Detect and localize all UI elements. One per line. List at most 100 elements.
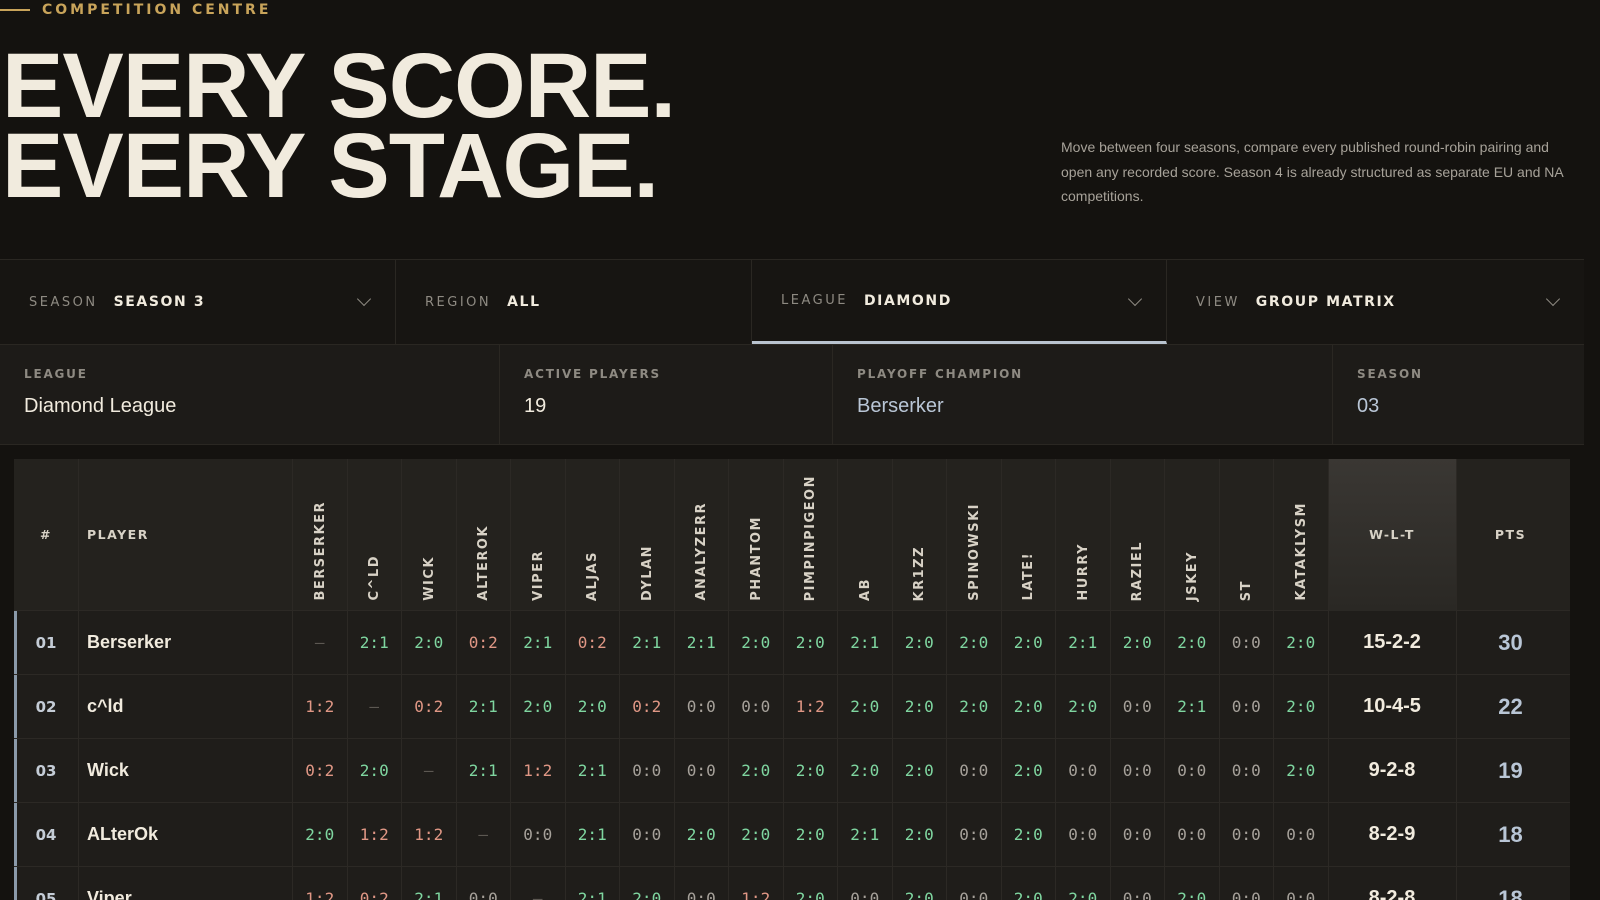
player-name[interactable]: ALterOk xyxy=(79,803,293,866)
match-score-cell[interactable]: 2:1 xyxy=(511,611,566,674)
match-score-cell[interactable]: 2:1 xyxy=(1165,675,1220,738)
opponent-column-header[interactable]: C^LD xyxy=(348,459,402,611)
match-score-cell[interactable]: 2:1 xyxy=(457,739,511,802)
opponent-column-header[interactable]: RAZIEL xyxy=(1111,459,1165,611)
match-score-cell[interactable]: 2:0 xyxy=(784,611,838,674)
match-score-cell[interactable]: 2:1 xyxy=(457,675,511,738)
match-score-cell[interactable]: 0:2 xyxy=(293,739,348,802)
match-score-cell[interactable]: 0:0 xyxy=(947,867,1002,900)
match-score-cell[interactable]: 0:0 xyxy=(1274,803,1329,866)
match-score-cell[interactable]: 1:2 xyxy=(511,739,566,802)
match-score-cell[interactable]: 0:0 xyxy=(947,739,1002,802)
table-row[interactable]: 04 ALterOk 2:0 1:2 1:2—0:0 2:1 0:0 2:0 2:0 2:0 2:1… xyxy=(14,803,1570,867)
match-score-cell[interactable]: 2:1 xyxy=(620,611,675,674)
opponent-column-header[interactable]: WICK xyxy=(402,459,457,611)
match-score-cell[interactable]: 2:1 xyxy=(838,803,893,866)
match-score-cell[interactable]: 0:2 xyxy=(402,675,457,738)
match-score-cell[interactable]: 1:2 xyxy=(293,675,348,738)
match-score-cell[interactable]: 1:2 xyxy=(402,803,457,866)
match-score-cell[interactable]: 2:0 xyxy=(784,739,838,802)
match-score-cell[interactable]: 0:0 xyxy=(1220,739,1274,802)
match-score-cell[interactable]: 0:0 xyxy=(511,803,566,866)
match-score-cell[interactable]: 2:0 xyxy=(1056,867,1111,900)
match-score-cell[interactable]: 0:0 xyxy=(1165,803,1220,866)
match-score-cell[interactable]: 0:0 xyxy=(1165,739,1220,802)
match-score-cell[interactable]: 0:0 xyxy=(838,867,893,900)
player-name[interactable]: Berserker xyxy=(79,611,293,674)
match-score-cell[interactable]: 2:1 xyxy=(566,867,620,900)
match-score-cell[interactable]: 2:0 xyxy=(1274,675,1329,738)
match-score-cell[interactable]: 2:0 xyxy=(1002,867,1056,900)
match-score-cell[interactable]: 2:0 xyxy=(348,739,402,802)
match-score-cell[interactable]: 2:0 xyxy=(838,675,893,738)
match-score-cell[interactable]: 0:0 xyxy=(1111,739,1165,802)
match-score-cell[interactable]: 2:0 xyxy=(1274,611,1329,674)
season-filter[interactable]: SEASON SEASON 3 xyxy=(0,260,396,344)
match-score-cell[interactable]: 0:0 xyxy=(1220,611,1274,674)
opponent-column-header[interactable]: HURRY xyxy=(1056,459,1111,611)
match-score-cell[interactable]: 0:0 xyxy=(1111,675,1165,738)
match-score-cell[interactable]: 2:1 xyxy=(566,803,620,866)
match-score-cell[interactable]: 0:0 xyxy=(1056,803,1111,866)
match-score-cell[interactable]: 2:0 xyxy=(893,867,947,900)
match-score-cell[interactable]: 2:0 xyxy=(1274,739,1329,802)
match-score-cell[interactable]: 1:2 xyxy=(348,803,402,866)
table-row[interactable]: 02 c^ld 1:2—0:2 2:1 2:0 2:0 0:2 0:0 0:0 1:2 2:0 2:0… xyxy=(14,675,1570,739)
match-score-cell[interactable]: 2:1 xyxy=(838,611,893,674)
match-score-cell[interactable]: 2:0 xyxy=(729,803,784,866)
match-score-cell[interactable]: 0:2 xyxy=(348,867,402,900)
table-row[interactable]: 05 Viper 1:2 0:2 2:1 0:0—2:1 2:0 0:0 1:2 2:0 0:0 2:… xyxy=(14,867,1570,900)
view-filter[interactable]: VIEW GROUP MATRIX xyxy=(1167,260,1584,344)
match-score-cell[interactable]: 0:0 xyxy=(675,675,729,738)
match-score-cell[interactable]: 1:2 xyxy=(293,867,348,900)
opponent-column-header[interactable]: ANALYZERR xyxy=(675,459,729,611)
match-score-cell[interactable]: 1:2 xyxy=(729,867,784,900)
match-score-cell[interactable]: 2:1 xyxy=(1056,611,1111,674)
match-score-cell[interactable]: 0:0 xyxy=(1111,867,1165,900)
opponent-column-header[interactable]: KATAKLYSM xyxy=(1274,459,1329,611)
match-score-cell[interactable]: 0:0 xyxy=(1111,803,1165,866)
match-score-cell[interactable]: 2:1 xyxy=(348,611,402,674)
opponent-column-header[interactable]: PHANTOM xyxy=(729,459,784,611)
opponent-column-header[interactable]: LATE! xyxy=(1002,459,1056,611)
player-header[interactable]: PLAYER xyxy=(79,459,293,611)
match-score-cell[interactable]: 2:0 xyxy=(1002,611,1056,674)
opponent-column-header[interactable]: KR1ZZ xyxy=(893,459,947,611)
match-score-cell[interactable]: 2:0 xyxy=(1111,611,1165,674)
match-score-cell[interactable]: 2:0 xyxy=(784,867,838,900)
match-score-cell[interactable]: 2:0 xyxy=(947,675,1002,738)
region-filter[interactable]: REGION ALL xyxy=(396,260,752,344)
table-row[interactable]: 03 Wick 0:2 2:0—2:1 1:2 2:1 0:0 0:0 2:0 2:0 2:0 2:0… xyxy=(14,739,1570,803)
wlt-header[interactable]: W-L-T xyxy=(1328,459,1457,611)
match-score-cell[interactable]: 2:0 xyxy=(729,739,784,802)
match-score-cell[interactable]: 2:0 xyxy=(893,675,947,738)
match-score-cell[interactable]: 0:0 xyxy=(620,739,675,802)
match-score-cell[interactable]: 2:0 xyxy=(784,803,838,866)
match-score-cell[interactable]: 2:1 xyxy=(402,867,457,900)
match-score-cell[interactable]: 0:0 xyxy=(675,739,729,802)
match-score-cell[interactable]: 2:0 xyxy=(566,675,620,738)
match-score-cell[interactable]: 2:0 xyxy=(511,675,566,738)
opponent-column-header[interactable]: ALJAS xyxy=(566,459,620,611)
pts-header[interactable]: PTS xyxy=(1457,459,1565,611)
match-score-cell[interactable]: 2:0 xyxy=(1165,611,1220,674)
match-score-cell[interactable]: 2:0 xyxy=(1002,803,1056,866)
match-score-cell[interactable]: 2:0 xyxy=(893,739,947,802)
player-name[interactable]: Viper xyxy=(79,867,293,900)
match-score-cell[interactable]: 2:0 xyxy=(1002,739,1056,802)
match-score-cell[interactable]: 0:0 xyxy=(1056,739,1111,802)
match-score-cell[interactable]: 0:0 xyxy=(457,867,511,900)
match-score-cell[interactable]: 2:0 xyxy=(1002,675,1056,738)
match-score-cell[interactable]: 0:0 xyxy=(675,867,729,900)
match-score-cell[interactable]: 2:0 xyxy=(620,867,675,900)
match-score-cell[interactable]: 2:1 xyxy=(566,739,620,802)
match-score-cell[interactable]: 0:2 xyxy=(566,611,620,674)
match-score-cell[interactable]: 2:1 xyxy=(675,611,729,674)
match-score-cell[interactable]: 0:2 xyxy=(620,675,675,738)
match-score-cell[interactable]: 2:0 xyxy=(893,803,947,866)
match-score-cell[interactable]: 0:0 xyxy=(1220,803,1274,866)
opponent-column-header[interactable]: DYLAN xyxy=(620,459,675,611)
match-score-cell[interactable]: 2:0 xyxy=(947,611,1002,674)
match-score-cell[interactable]: 2:0 xyxy=(729,611,784,674)
match-score-cell[interactable]: 2:0 xyxy=(1165,867,1220,900)
